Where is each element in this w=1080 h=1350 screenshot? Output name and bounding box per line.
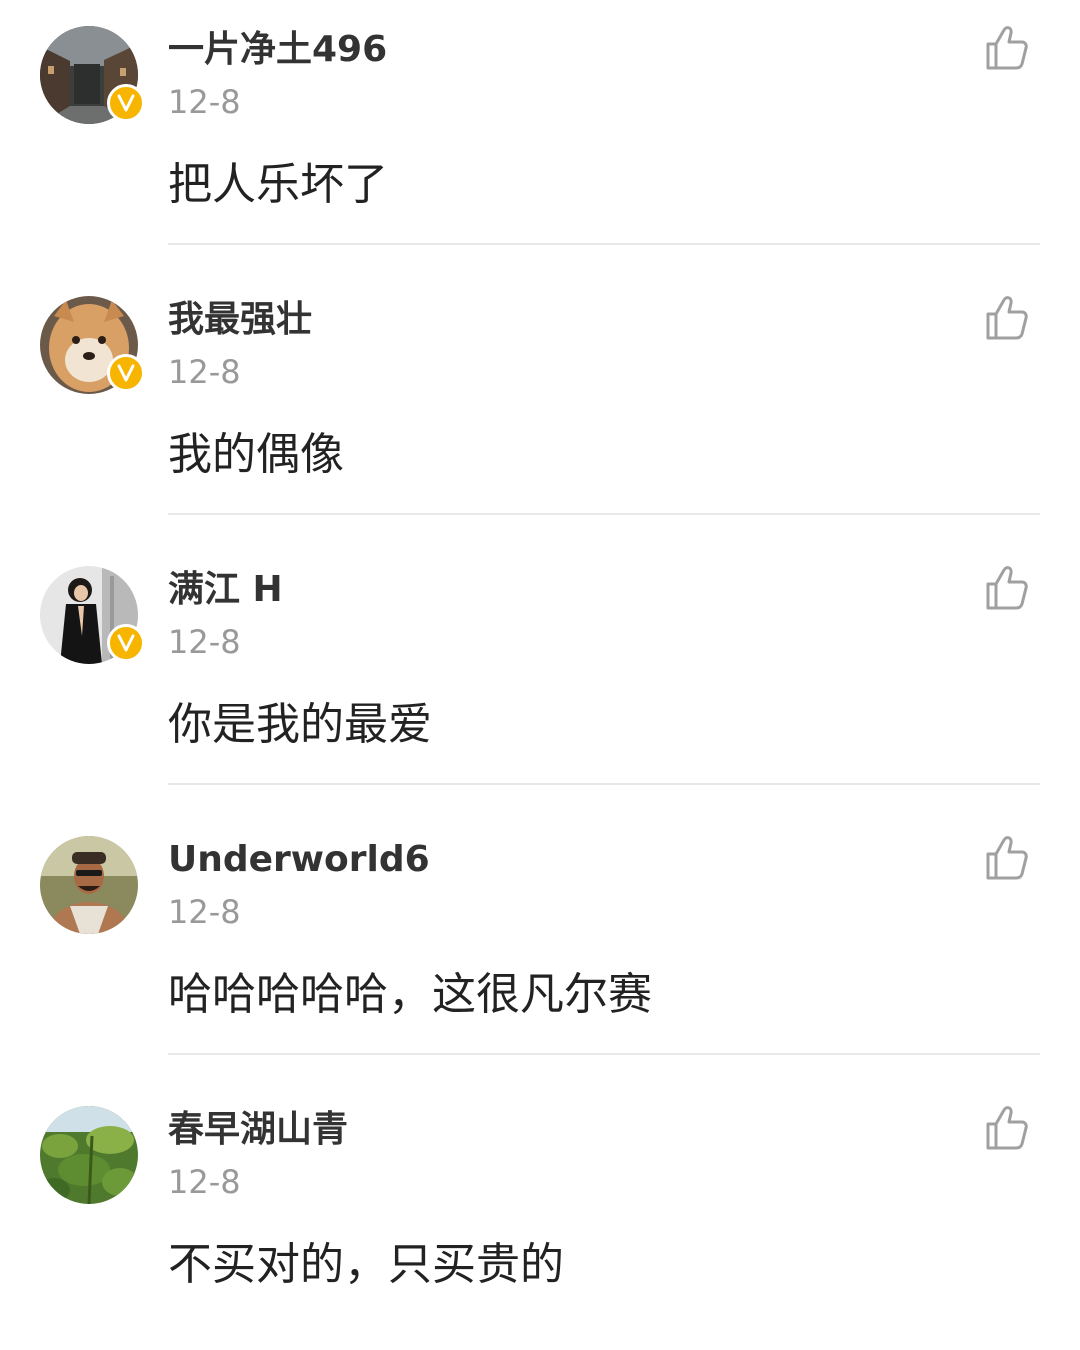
comment-date: 12-8 <box>168 83 241 121</box>
comment-text: 我的偶像 <box>168 429 344 480</box>
comment-item: 一片净土496 12-8 把人乐坏了 <box>0 0 1080 270</box>
comment-item: 我最强壮 12-8 我的偶像 <box>0 270 1080 540</box>
username[interactable]: Underworld6 <box>168 836 430 884</box>
plants-avatar-image <box>40 1106 138 1204</box>
verified-badge-icon <box>107 84 145 122</box>
divider <box>168 1053 1040 1055</box>
comment-item: 春早湖山青 12-8 不买对的，只买贵的 <box>0 1080 1080 1350</box>
comment-text: 你是我的最爱 <box>168 699 432 750</box>
thumbs-up-icon <box>986 1106 1028 1150</box>
comment-text: 把人乐坏了 <box>168 159 388 210</box>
username[interactable]: 春早湖山青 <box>168 1106 348 1154</box>
divider <box>168 513 1040 515</box>
like-button[interactable] <box>984 834 1030 882</box>
like-button[interactable] <box>984 1104 1030 1152</box>
comment-text: 哈哈哈哈哈，这很凡尔赛 <box>168 969 652 1020</box>
like-button[interactable] <box>984 24 1030 72</box>
thumbs-up-icon <box>986 566 1028 610</box>
verified-badge-icon <box>107 624 145 662</box>
comment-date: 12-8 <box>168 1163 241 1201</box>
username[interactable]: 满江 H <box>168 566 283 614</box>
man-avatar-image <box>40 836 138 934</box>
comment-date: 12-8 <box>168 623 241 661</box>
comment-item: Underworld6 12-8 哈哈哈哈哈，这很凡尔赛 <box>0 810 1080 1080</box>
username[interactable]: 一片净土496 <box>168 26 387 74</box>
username[interactable]: 我最强壮 <box>168 296 312 344</box>
thumbs-up-icon <box>986 26 1028 70</box>
verified-badge-icon <box>107 354 145 392</box>
like-button[interactable] <box>984 294 1030 342</box>
comment-date: 12-8 <box>168 893 241 931</box>
thumbs-up-icon <box>986 296 1028 340</box>
comment-date: 12-8 <box>168 353 241 391</box>
avatar[interactable] <box>40 836 138 934</box>
like-button[interactable] <box>984 564 1030 612</box>
avatar[interactable] <box>40 1106 138 1204</box>
comment-list: 一片净土496 12-8 把人乐坏了 我最强壮 12-8 我的偶像 满江 H 1… <box>0 0 1080 1312</box>
divider <box>168 243 1040 245</box>
comment-item: 满江 H 12-8 你是我的最爱 <box>0 540 1080 810</box>
thumbs-up-icon <box>986 836 1028 880</box>
comment-text: 不买对的，只买贵的 <box>168 1239 564 1290</box>
divider <box>168 783 1040 785</box>
